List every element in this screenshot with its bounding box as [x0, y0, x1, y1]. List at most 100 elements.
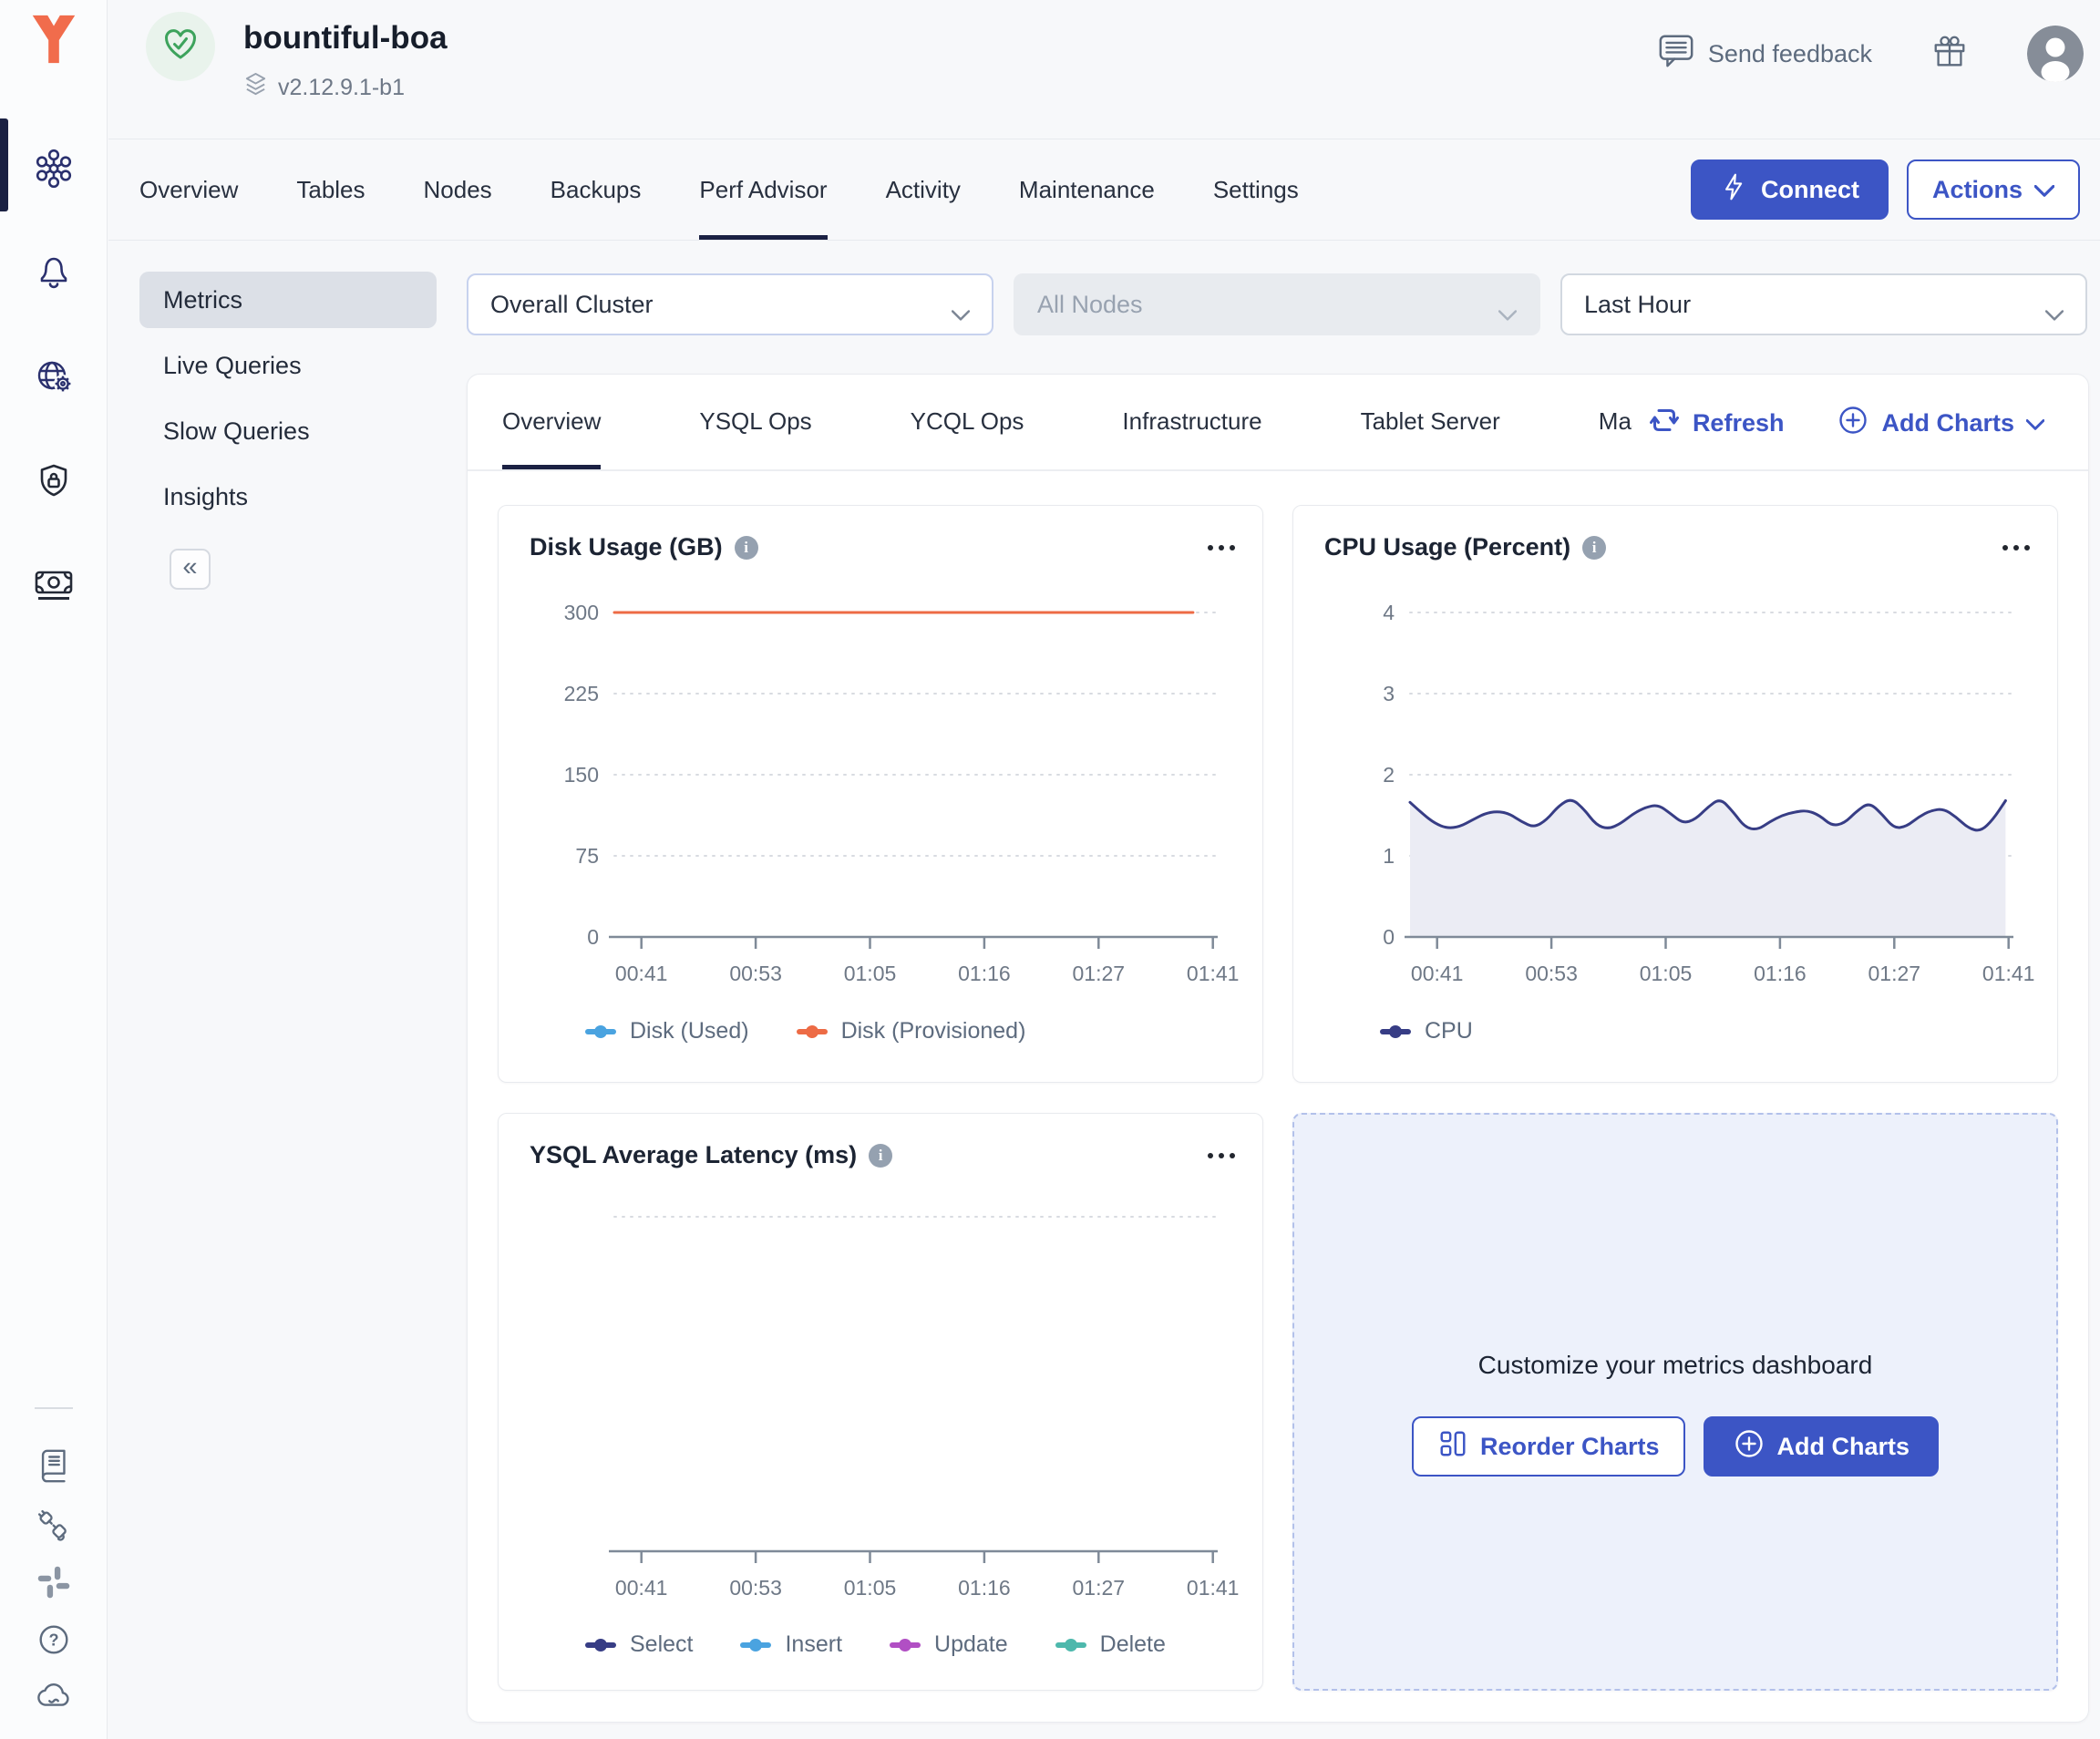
legend-item-insert[interactable]: Insert [740, 1631, 842, 1658]
metrics-tab-overview[interactable]: Overview [502, 375, 601, 469]
rail-item-docs[interactable] [0, 1447, 108, 1490]
rail-item-help[interactable]: ? [0, 1621, 108, 1663]
disk-usage-chart[interactable]: 30022515075000:4100:5301:0501:1601:2701:… [499, 506, 1264, 1084]
rail-item-alerts[interactable] [0, 251, 108, 295]
subnav-item-slow-queries[interactable]: Slow Queries [139, 403, 437, 459]
disk-usage-card: 30022515075000:4100:5301:0501:1601:2701:… [498, 505, 1263, 1083]
tab-tables[interactable]: Tables [296, 139, 365, 240]
tab-perf-advisor[interactable]: Perf Advisor [699, 139, 827, 240]
gift-icon [1930, 33, 1969, 76]
legend-label: Update [934, 1631, 1008, 1658]
subnav-item-live-queries[interactable]: Live Queries [139, 337, 437, 394]
tab-nodes[interactable]: Nodes [424, 139, 492, 240]
gift-button[interactable] [1930, 33, 1969, 76]
chart-menu-button[interactable] [1204, 538, 1239, 558]
rail-item-slack[interactable] [0, 1564, 108, 1605]
legend-item-update[interactable]: Update [890, 1631, 1008, 1658]
legend-item-disk-provisioned[interactable]: Disk (Provisioned) [797, 1018, 1026, 1044]
chart-legend: CPU [1380, 1018, 1473, 1044]
svg-text:01:27: 01:27 [1073, 1576, 1126, 1600]
info-icon[interactable]: i [869, 1144, 892, 1168]
heart-check-icon [160, 25, 201, 69]
chart-menu-button[interactable] [1999, 538, 2033, 558]
customize-title: Customize your metrics dashboard [1478, 1351, 1873, 1380]
tab-maintenance[interactable]: Maintenance [1019, 139, 1155, 240]
svg-text:0: 0 [587, 925, 599, 949]
subnav-item-metrics[interactable]: Metrics [139, 272, 437, 328]
info-icon[interactable]: i [1582, 536, 1606, 560]
svg-text:01:27: 01:27 [1073, 962, 1126, 985]
tab-settings[interactable]: Settings [1213, 139, 1299, 240]
rail-item-clusters[interactable] [0, 149, 108, 193]
metrics-tab-mas[interactable]: Mas [1599, 375, 1632, 469]
tab-overview[interactable]: Overview [139, 139, 238, 240]
user-avatar[interactable] [2027, 26, 2084, 82]
svg-text:00:53: 00:53 [729, 1576, 782, 1600]
ysql-latency-chart[interactable]: 00:4100:5301:0501:1601:2701:41 [499, 1114, 1264, 1692]
svg-text:00:41: 00:41 [615, 962, 668, 985]
send-feedback-button[interactable]: Send feedback [1657, 32, 1872, 77]
cpu-usage-card: 4321000:4100:5301:0501:1601:2701:41 CPU … [1292, 505, 2058, 1083]
rail-item-network[interactable] [0, 356, 108, 401]
left-rail: ? [0, 0, 108, 1739]
reorder-charts-button[interactable]: Reorder Charts [1412, 1416, 1685, 1477]
nodes-select: All Nodes [1014, 273, 1540, 335]
metrics-tab-ysql-ops[interactable]: YSQL Ops [699, 375, 811, 469]
collapse-sidenav-button[interactable]: « [170, 549, 211, 590]
cloud-status-icon [35, 1677, 73, 1720]
metrics-tab-ycql-ops[interactable]: YCQL Ops [911, 375, 1024, 469]
primary-tabbar: Overview Tables Nodes Backups Perf Advisor Ac… [108, 139, 2100, 241]
chart-menu-button[interactable] [1204, 1146, 1239, 1166]
feedback-bubble-icon [1657, 32, 1695, 77]
yugabyte-logo[interactable] [26, 11, 82, 67]
add-charts-label: Add Charts [1881, 409, 2014, 437]
slack-icon [36, 1564, 72, 1605]
legend-item-select[interactable]: Select [585, 1631, 693, 1658]
customize-buttons: Reorder Charts Add Charts [1412, 1416, 1939, 1477]
subnav-item-insights[interactable]: Insights [139, 468, 437, 525]
notifications-bell-icon [34, 251, 74, 295]
svg-text:01:05: 01:05 [844, 1576, 897, 1600]
rail-item-security[interactable] [0, 461, 108, 506]
rail-item-integrations[interactable] [0, 1507, 108, 1549]
metrics-tab-tablet-server[interactable]: Tablet Server [1361, 375, 1500, 469]
metrics-tab-infrastructure[interactable]: Infrastructure [1122, 375, 1261, 469]
svg-text:01:16: 01:16 [958, 962, 1011, 985]
svg-text:00:41: 00:41 [1411, 962, 1464, 985]
legend-item-cpu[interactable]: CPU [1380, 1018, 1473, 1044]
chart-legend: Disk (Used) Disk (Provisioned) [585, 1018, 1025, 1044]
svg-text:75: 75 [575, 844, 599, 868]
info-icon[interactable]: i [735, 536, 758, 560]
rail-item-cloud-status[interactable] [0, 1677, 108, 1720]
tab-backups[interactable]: Backups [551, 139, 642, 240]
cluster-scope-select[interactable]: Overall Cluster [467, 273, 993, 335]
legend-item-delete[interactable]: Delete [1055, 1631, 1166, 1658]
legend-item-disk-used[interactable]: Disk (Used) [585, 1018, 749, 1044]
customize-add-charts-button[interactable]: Add Charts [1704, 1416, 1940, 1477]
refresh-icon [1648, 404, 1681, 443]
connect-button[interactable]: Connect [1691, 159, 1889, 220]
legend-marker-icon [797, 1029, 828, 1034]
customize-panel: Customize your metrics dashboard [1292, 1113, 2058, 1691]
send-feedback-label: Send feedback [1708, 40, 1872, 68]
legend-label: Disk (Used) [630, 1018, 749, 1044]
rail-item-billing[interactable] [0, 564, 108, 609]
connect-label: Connect [1761, 176, 1859, 204]
actions-button[interactable]: Actions [1907, 159, 2080, 220]
chevron-down-icon [952, 300, 970, 328]
reorder-charts-label: Reorder Charts [1480, 1433, 1660, 1461]
perf-subnav: Metrics Live Queries Slow Queries Insights [139, 272, 437, 534]
tab-activity[interactable]: Activity [886, 139, 961, 240]
svg-text:2: 2 [1383, 763, 1395, 787]
cpu-usage-chart[interactable]: 4321000:4100:5301:0501:1601:2701:41 [1293, 506, 2059, 1084]
refresh-button[interactable]: Refresh [1648, 404, 1785, 443]
svg-text:01:27: 01:27 [1868, 962, 1921, 985]
add-charts-button[interactable]: Add Charts [1837, 404, 2044, 443]
refresh-label: Refresh [1693, 409, 1785, 437]
reorder-grid-icon [1437, 1428, 1468, 1466]
primary-tabs: Overview Tables Nodes Backups Perf Advisor Ac… [139, 139, 1299, 240]
svg-text:300: 300 [564, 601, 599, 624]
docs-book-icon [35, 1447, 73, 1490]
time-range-value: Last Hour [1584, 291, 1691, 319]
time-range-select[interactable]: Last Hour [1560, 273, 2087, 335]
